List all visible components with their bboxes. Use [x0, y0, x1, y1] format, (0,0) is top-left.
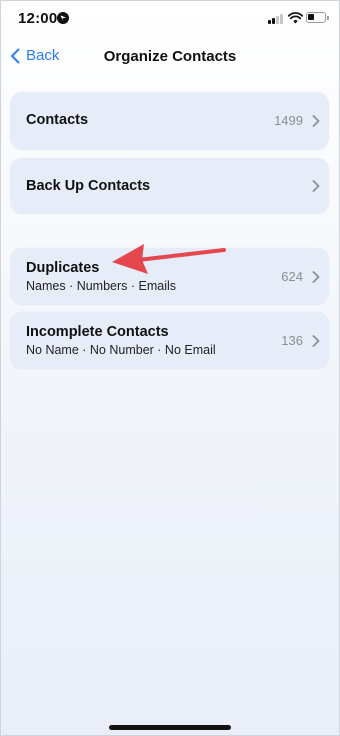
back-up-contacts-label: Back Up Contacts [26, 178, 151, 194]
contacts-row[interactable]: Contacts 1499 [10, 92, 329, 150]
duplicates-subtitle: Names · Numbers · Emails [26, 279, 177, 293]
chevron-right-icon [312, 335, 320, 347]
incomplete-contacts-label: Incomplete Contacts [26, 324, 169, 340]
home-indicator[interactable] [109, 725, 231, 730]
navigation-bar: Back Organize Contacts [0, 40, 340, 76]
duplicates-label: Duplicates [26, 260, 100, 276]
cellular-signal-icon [268, 13, 284, 24]
incomplete-contacts-subtitle: No Name · No Number · No Email [26, 343, 216, 357]
status-bar: 12:00 [0, 0, 340, 40]
back-up-contacts-row[interactable]: Back Up Contacts [10, 158, 329, 214]
page-title: Organize Contacts [103, 48, 237, 65]
duplicates-row[interactable]: Duplicates Names · Numbers · Emails 624 [10, 248, 329, 305]
wifi-icon [288, 12, 303, 24]
location-icon [57, 12, 69, 24]
battery-icon [306, 12, 329, 23]
status-time: 12:00 [18, 10, 58, 27]
chevron-right-icon [312, 115, 320, 127]
duplicates-count: 624 [281, 269, 303, 284]
chevron-right-icon [312, 271, 320, 283]
incomplete-contacts-count: 136 [281, 333, 303, 348]
contacts-count: 1499 [274, 113, 303, 128]
incomplete-contacts-row[interactable]: Incomplete Contacts No Name · No Number … [10, 312, 329, 369]
contacts-label: Contacts [26, 112, 89, 128]
chevron-right-icon [312, 180, 320, 192]
